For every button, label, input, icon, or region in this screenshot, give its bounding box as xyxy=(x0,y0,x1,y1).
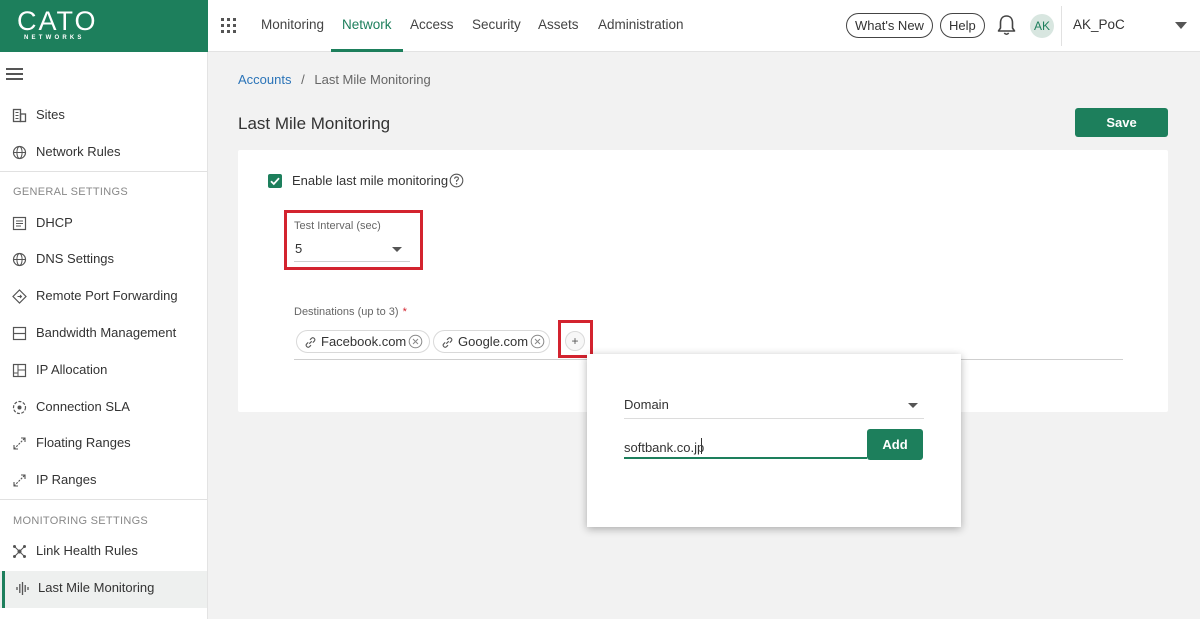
sidebar-item-label: Connection SLA xyxy=(36,399,130,414)
nav-assets[interactable]: Assets xyxy=(538,0,579,52)
hamburger-menu-icon[interactable] xyxy=(6,68,23,81)
document-icon xyxy=(12,216,27,231)
destination-type-value: Domain xyxy=(624,397,669,412)
username[interactable]: AK_PoC xyxy=(1073,17,1125,32)
sla-icon xyxy=(12,400,27,415)
sidebar-item-link-health-rules[interactable]: Link Health Rules xyxy=(0,534,207,568)
destination-chip-label: Facebook.com xyxy=(321,334,407,349)
top-bar: CATO NETWORKS Monitoring Network Access … xyxy=(0,0,1200,52)
remove-chip-icon[interactable] xyxy=(408,334,423,349)
nav-monitoring[interactable]: Monitoring xyxy=(261,0,324,52)
add-button[interactable]: Add xyxy=(867,429,923,460)
destination-chip-facebook: Facebook.com xyxy=(296,330,430,353)
destination-chip-google: Google.com xyxy=(433,330,550,353)
sidebar-item-ip-allocation[interactable]: IP Allocation xyxy=(0,353,207,387)
required-marker: * xyxy=(402,306,407,318)
monitoring-settings-heading: MONITORING SETTINGS xyxy=(13,515,149,527)
checkmark-icon xyxy=(270,177,280,186)
sidebar-item-label: DNS Settings xyxy=(36,251,115,266)
add-destination-popup: Domain Add xyxy=(587,354,961,527)
link-health-icon xyxy=(13,545,26,558)
help-button[interactable]: Help xyxy=(940,13,985,38)
chevron-down-icon xyxy=(908,403,918,408)
link-icon xyxy=(305,337,316,348)
bell-icon[interactable] xyxy=(996,14,1017,36)
sidebar-item-label: Sites xyxy=(36,107,65,122)
avatar[interactable]: AK xyxy=(1030,14,1054,38)
save-button[interactable]: Save xyxy=(1075,108,1168,137)
sidebar-item-label: Floating Ranges xyxy=(36,435,131,450)
sidebar-item-bandwidth-management[interactable]: Bandwidth Management xyxy=(0,316,207,350)
domain-input[interactable] xyxy=(624,433,867,459)
sidebar-item-sites[interactable]: Sites xyxy=(0,98,207,132)
nav-security[interactable]: Security xyxy=(472,0,521,52)
sidebar-item-label: DHCP xyxy=(36,215,73,230)
globe-icon xyxy=(12,145,27,160)
sidebar-divider xyxy=(0,171,207,172)
remove-chip-icon[interactable] xyxy=(530,334,545,349)
breadcrumb-accounts-link[interactable]: Accounts xyxy=(238,72,291,87)
sidebar-item-dns-settings[interactable]: DNS Settings xyxy=(0,242,207,276)
interval-label: Test Interval (sec) xyxy=(294,220,381,232)
globe-icon xyxy=(12,252,27,267)
logo-subtitle: NETWORKS xyxy=(24,35,85,41)
interval-value: 5 xyxy=(295,241,303,256)
destinations-label: Destinations (up to 3) * xyxy=(294,306,407,318)
grid-icon xyxy=(12,363,27,378)
nav-administration[interactable]: Administration xyxy=(598,0,684,52)
nav-network[interactable]: Network xyxy=(331,0,403,52)
cato-logo[interactable]: CATO NETWORKS xyxy=(0,0,208,52)
breadcrumb: Accounts / Last Mile Monitoring xyxy=(238,72,431,87)
general-settings-heading: GENERAL SETTINGS xyxy=(13,186,129,198)
breadcrumb-current: Last Mile Monitoring xyxy=(314,72,431,87)
apps-grid-icon[interactable] xyxy=(221,18,236,33)
sidebar-item-dhcp[interactable]: DHCP xyxy=(0,206,207,240)
sidebar-item-label: Last Mile Monitoring xyxy=(38,580,155,595)
sidebar-item-label: IP Ranges xyxy=(36,472,97,487)
sidebar-item-label: Network Rules xyxy=(36,144,121,159)
sidebar-item-floating-ranges[interactable]: Floating Ranges xyxy=(0,426,207,460)
interval-select[interactable]: 5 xyxy=(294,238,410,262)
diamond-arrow-icon xyxy=(12,289,27,304)
sidebar-item-remote-port-forwarding[interactable]: Remote Port Forwarding xyxy=(0,279,207,313)
sidebar-item-label: Bandwidth Management xyxy=(36,325,177,340)
sidebar-item-label: Remote Port Forwarding xyxy=(36,288,178,303)
enable-monitoring-checkbox[interactable] xyxy=(268,174,282,188)
logo-wordmark: CATO xyxy=(17,6,98,36)
sidebar-item-label: Link Health Rules xyxy=(36,543,138,558)
breadcrumb-separator: / xyxy=(301,72,305,87)
enable-monitoring-label: Enable last mile monitoring xyxy=(292,173,449,188)
add-destination-button[interactable]: + xyxy=(565,331,585,351)
text-cursor xyxy=(701,438,702,454)
user-divider xyxy=(1061,6,1062,46)
destinations-label-text: Destinations (up to 3) xyxy=(294,306,399,318)
building-icon xyxy=(12,108,27,123)
sidebar-item-ip-ranges[interactable]: IP Ranges xyxy=(0,463,207,497)
sidebar: Sites Network Rules GENERAL SETTINGS DHC… xyxy=(0,52,208,619)
destination-type-select[interactable]: Domain xyxy=(624,392,924,419)
sidebar-item-connection-sla[interactable]: Connection SLA xyxy=(0,390,207,424)
expand-arrow-icon xyxy=(13,474,26,487)
expand-arrow-icon xyxy=(13,437,26,450)
sidebar-divider xyxy=(0,499,207,500)
destination-chip-label: Google.com xyxy=(458,334,529,349)
page-title: Last Mile Monitoring xyxy=(238,114,391,133)
nav-access[interactable]: Access xyxy=(410,0,454,52)
link-icon xyxy=(442,337,453,348)
whats-new-button[interactable]: What's New xyxy=(846,13,933,38)
waveform-icon xyxy=(16,582,29,595)
sidebar-item-label: IP Allocation xyxy=(36,362,108,377)
bandwidth-icon xyxy=(12,326,27,341)
sidebar-item-last-mile-monitoring[interactable]: Last Mile Monitoring xyxy=(0,571,207,608)
chevron-down-icon xyxy=(392,247,402,252)
user-menu-chevron-down-icon[interactable] xyxy=(1175,22,1187,29)
sidebar-item-network-rules[interactable]: Network Rules xyxy=(0,135,207,169)
help-circle-icon[interactable] xyxy=(449,173,464,188)
